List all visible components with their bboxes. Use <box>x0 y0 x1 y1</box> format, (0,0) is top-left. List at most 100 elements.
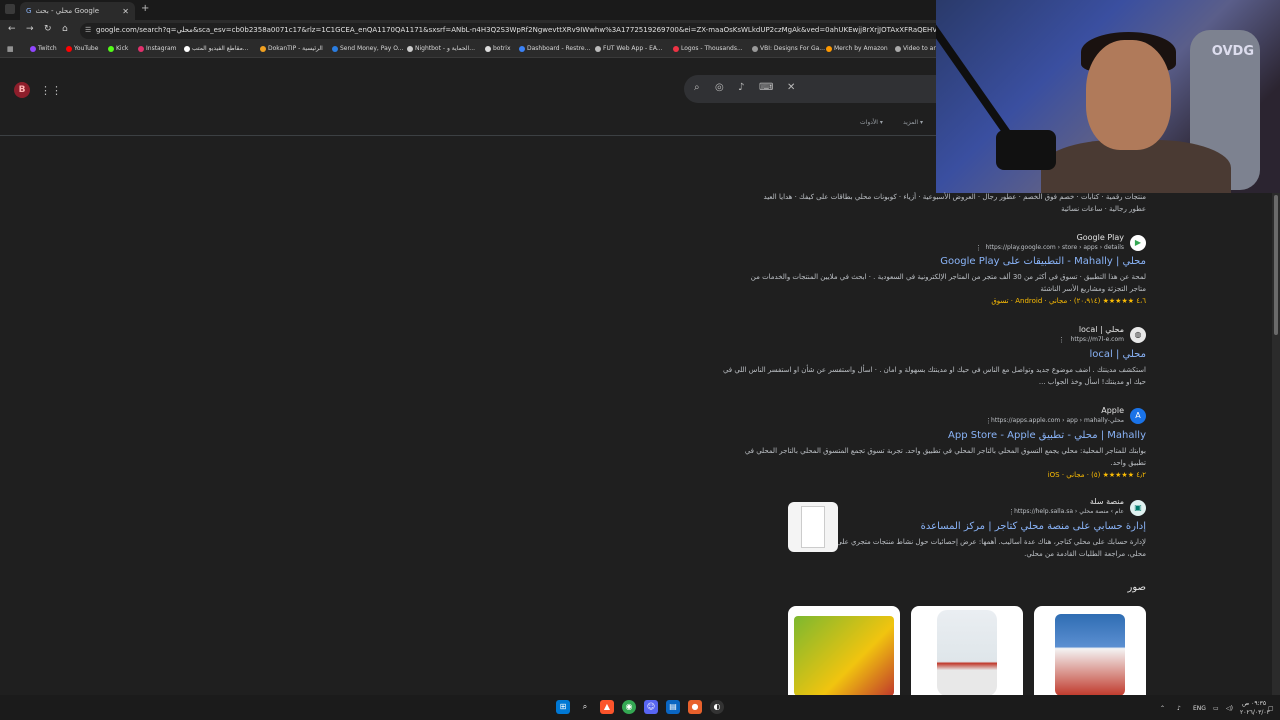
tea-box-image <box>794 616 894 696</box>
image-result[interactable] <box>1034 606 1146 696</box>
clock-time[interactable]: ٠٩:٣٥ ص <box>1242 700 1266 707</box>
sweetener-jar-image <box>937 610 997 696</box>
tab-active[interactable]: G محلي - بحث Google ✕ <box>20 2 135 20</box>
app-icon[interactable]: ▤ <box>666 700 680 714</box>
result-snippet: متاجر التجزئة ومشاريع الأسر الناشئة <box>1040 285 1146 293</box>
result-thumbnail[interactable] <box>788 502 838 552</box>
home-icon[interactable]: ⌂ <box>62 24 68 34</box>
result-url[interactable]: https://play.google.com › store › apps ›… <box>985 244 1124 251</box>
result-title[interactable]: Mahally | محلي - تطبيق App Store - Apple <box>948 430 1146 441</box>
address-bar[interactable]: ☰ google.com/search?q=محلي&sca_esv=cb0b2… <box>80 23 950 39</box>
result-snippet: محلي، مراجعة الطلبات القادمة من محلي. <box>1024 550 1146 558</box>
clear-search-icon[interactable]: ✕ <box>787 82 795 93</box>
result-site[interactable]: Google Play <box>1077 233 1124 242</box>
result-site[interactable]: محلي | local <box>1079 325 1124 334</box>
app-icon[interactable]: ● <box>688 700 702 714</box>
apps-shortcut-icon[interactable]: ▦ <box>7 45 14 53</box>
profile-avatar[interactable]: B <box>14 82 30 98</box>
chair-brand-logo: OVDG <box>1211 44 1254 59</box>
result-site[interactable]: منصة سلة <box>1090 497 1124 506</box>
taskbar-search-icon[interactable]: ⌕ <box>578 700 592 714</box>
result-snippet: لمحة عن هذا التطبيق · تسوق في أكثر من 30… <box>750 273 1146 281</box>
more-options-icon[interactable]: ⋮ <box>1058 336 1065 344</box>
result-site[interactable]: Apple <box>1101 406 1124 415</box>
streamer-face <box>1086 40 1171 150</box>
keyboard-icon[interactable]: ⌨ <box>759 82 773 93</box>
bookmark-item[interactable]: Kick <box>108 45 128 52</box>
volume-icon[interactable]: ◁) <box>1226 705 1233 712</box>
bookmark-item[interactable]: Send Money, Pay O... <box>332 45 403 52</box>
taskbar <box>0 695 1280 720</box>
webcam-overlay: OVDG <box>936 0 1280 193</box>
filter-more[interactable]: المزيد ▾ <box>903 119 923 126</box>
lens-icon[interactable]: ◎ <box>715 82 724 93</box>
bookmark-item[interactable]: مقاطع الفيديو المتب... <box>184 45 249 52</box>
bookmark-item[interactable]: botrix <box>485 45 511 52</box>
result-snippet: بوابتك للمتاجر المحلية: محلي يجمع التسوق… <box>744 447 1146 455</box>
forward-icon[interactable]: → <box>26 24 34 34</box>
google-favicon-icon: G <box>26 7 32 15</box>
tray-chevron-icon[interactable]: ⌃ <box>1160 705 1165 712</box>
app-store-icon: A <box>1130 408 1146 424</box>
result-rating: ٤٫٢ ★★★★★ (٥) · مجاني · iOS <box>1047 471 1146 479</box>
reload-icon[interactable]: ↻ <box>44 24 52 34</box>
clock-date[interactable]: ٢٠٢٦/٠٣/٠٣ <box>1240 709 1270 716</box>
result-url[interactable]: https://help.salla.sa › عام › منصة محلي <box>1014 508 1124 515</box>
document-preview <box>801 506 825 548</box>
result-snippet: حيك او مدينتك! اسأل وخذ الجواب ... <box>1038 378 1146 386</box>
related-links-line2[interactable]: عطور رجالية · ساعات نسائية <box>1061 205 1146 213</box>
discord-icon[interactable]: ☺ <box>644 700 658 714</box>
result-title[interactable]: محلي | Mahally - التطبيقات على Google Pl… <box>940 256 1146 267</box>
image-result[interactable] <box>911 606 1023 696</box>
bookmark-item[interactable]: FUT Web App - EA... <box>595 45 663 52</box>
result-snippet: استكشف مدينتك . اضف موضوع جديد وتواصل مع… <box>722 366 1146 374</box>
bookmark-item[interactable]: YouTube <box>66 45 98 52</box>
tab-search-icon[interactable] <box>5 4 15 14</box>
brave-icon[interactable]: ▲ <box>600 700 614 714</box>
google-apps-icon[interactable]: ⋮⋮ <box>40 84 62 97</box>
result-rating: ٤،٦ ★★★★★ (٢٠،٩١٤) · مجاني · Android · ت… <box>991 297 1146 305</box>
result-snippet: تطبيق واحد. <box>1110 459 1146 467</box>
more-options-icon[interactable]: ⋮ <box>975 244 982 252</box>
globe-icon: ◍ <box>1130 327 1146 343</box>
bookmark-item[interactable]: Logos - Thousands... <box>673 45 743 52</box>
search-icon[interactable]: ⌕ <box>694 82 700 93</box>
more-options-icon[interactable]: ⋮ <box>1008 508 1015 516</box>
result-title[interactable]: محلي | local <box>1090 349 1147 360</box>
new-tab-icon[interactable]: + <box>141 3 149 14</box>
bookmark-item[interactable]: Nightbot - الحماية و... <box>407 45 475 52</box>
bookmark-item[interactable]: Merch by Amazon <box>826 45 888 52</box>
tab-title: محلي - بحث Google <box>35 7 100 15</box>
back-icon[interactable]: ← <box>8 24 16 34</box>
image-result[interactable] <box>788 606 900 696</box>
bookmark-item[interactable]: Twitch <box>30 45 57 52</box>
more-options-icon[interactable]: ⋮ <box>985 417 992 425</box>
mic-arm <box>936 20 1014 140</box>
google-play-icon: ▶ <box>1130 235 1146 251</box>
tab-close-icon[interactable]: ✕ <box>122 7 129 16</box>
microphone <box>996 130 1056 170</box>
tray-app-icon[interactable]: ♪ <box>1177 705 1181 712</box>
bookmark-item[interactable]: VBI: Designs For Ga... <box>752 45 825 52</box>
salla-icon: ▣ <box>1130 500 1146 516</box>
filter-tools[interactable]: الأدوات ▾ <box>860 119 883 126</box>
notifications-icon[interactable]: ▢ <box>1268 705 1274 712</box>
result-url[interactable]: https://m7l-e.com <box>1071 336 1124 343</box>
result-url[interactable]: https://apps.apple.com › app › mahally-م… <box>991 417 1124 424</box>
bookmark-item[interactable]: Instagram <box>138 45 177 52</box>
images-heading: صور <box>1127 582 1147 593</box>
start-icon[interactable]: ⊞ <box>556 700 570 714</box>
related-links-line1[interactable]: منتجات رقمية · كتابات · خصم فوق الخصم · … <box>764 193 1146 201</box>
bookmark-item[interactable]: DokanTIP - الرئيسية <box>260 45 323 52</box>
chrome-icon[interactable]: ◉ <box>622 700 636 714</box>
obs-icon[interactable]: ◐ <box>710 700 724 714</box>
address-url: google.com/search?q=محلي&sca_esv=cb0b235… <box>96 26 950 34</box>
bookmark-item[interactable]: Dashboard - Restre... <box>519 45 590 52</box>
network-icon[interactable]: ▭ <box>1213 705 1219 712</box>
result-title[interactable]: إدارة حسابي على منصة محلي كتاجر | مركز ا… <box>921 521 1146 532</box>
microphone-icon[interactable]: ♪ <box>738 82 744 93</box>
site-info-icon[interactable]: ☰ <box>85 26 91 34</box>
bookmark-item[interactable]: Video to ani <box>895 45 939 52</box>
scrollbar-thumb[interactable] <box>1274 195 1278 335</box>
input-language[interactable]: ENG <box>1193 705 1206 712</box>
